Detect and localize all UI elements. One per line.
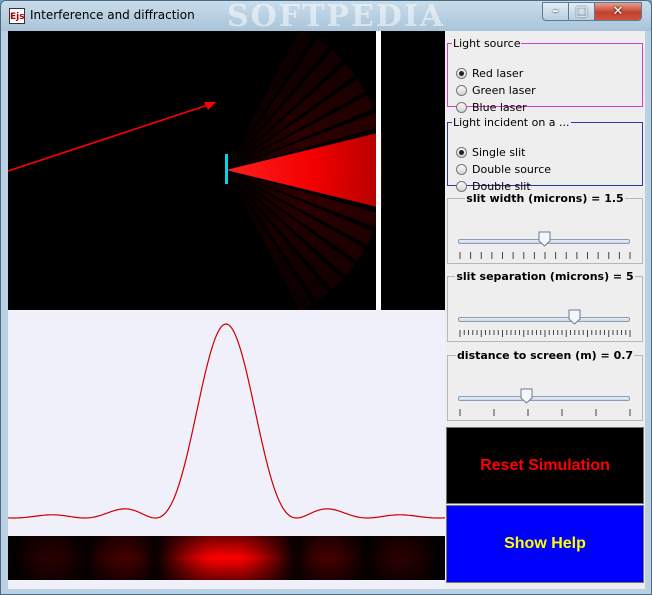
minimize-icon: – xyxy=(552,4,559,19)
laser-beam xyxy=(8,102,215,172)
radio-single-slit[interactable]: Single slit xyxy=(456,144,525,160)
slit-separation-group: slit separation (microns) = 5 xyxy=(447,270,643,342)
radio-red-laser[interactable]: Red laser xyxy=(456,65,523,81)
radio-double-source[interactable]: Double source xyxy=(456,161,551,177)
intensity-curve-canvas xyxy=(8,323,445,519)
radio-green-laser[interactable]: Green laser xyxy=(456,82,536,98)
viewing-screen xyxy=(376,31,381,310)
minimize-button[interactable]: – xyxy=(542,2,569,21)
radio-label: Blue laser xyxy=(472,100,527,114)
slit-width-group: slit width (microns) = 1.5 xyxy=(447,192,643,264)
screen-pattern-shade xyxy=(8,536,445,580)
incident-group: Light incident on a ... Single slit Doub… xyxy=(447,116,643,193)
screen-pattern-strip xyxy=(8,536,445,580)
show-help-button[interactable]: Show Help xyxy=(446,505,644,583)
simulation-canvas xyxy=(8,31,382,310)
watermark-text: SOFTPEDIA xyxy=(227,0,446,34)
light-source-legend: Light source xyxy=(453,37,521,50)
slit-separation-label: slit separation (microns) = 5 xyxy=(456,270,634,283)
plot-footer xyxy=(8,580,445,589)
radio-label: Double slit xyxy=(472,179,531,193)
slit-separation-thumb[interactable] xyxy=(568,309,581,325)
reset-simulation-button[interactable]: Reset Simulation xyxy=(446,427,644,504)
distance-thumb[interactable] xyxy=(520,388,533,404)
radio-dot-icon xyxy=(456,101,467,113)
radio-label: Green laser xyxy=(472,83,536,97)
maximize-icon: □ xyxy=(575,4,588,19)
maximize-button[interactable]: □ xyxy=(568,2,595,21)
slit-width-thumb[interactable] xyxy=(538,231,551,247)
slit-width-ticks xyxy=(459,252,631,259)
incident-legend: Light incident on a ... xyxy=(453,116,570,129)
distance-group: distance to screen (m) = 0.7 xyxy=(447,349,643,421)
radio-dot-icon xyxy=(456,163,467,175)
slit-separation-ticks xyxy=(459,330,631,337)
close-button[interactable]: ✕ xyxy=(594,2,642,21)
radio-dot-icon xyxy=(456,180,467,192)
radio-label: Red laser xyxy=(472,66,524,80)
radio-label: Double source xyxy=(472,162,552,176)
slit-separation-track[interactable] xyxy=(458,317,630,322)
intensity-curve xyxy=(8,323,445,519)
close-icon: ✕ xyxy=(612,4,624,19)
intensity-plot xyxy=(8,310,445,536)
radio-dot-icon xyxy=(456,146,467,158)
diffraction-pattern xyxy=(226,31,382,310)
slit-marker xyxy=(225,154,228,184)
light-source-group: Light source Red laser Green laser Blue … xyxy=(447,37,643,114)
distance-track[interactable] xyxy=(458,396,630,401)
radio-blue-laser[interactable]: Blue laser xyxy=(456,99,527,115)
control-panel: Light source Red laser Green laser Blue … xyxy=(445,31,645,589)
distance-label: distance to screen (m) = 0.7 xyxy=(456,349,634,362)
radio-dot-icon xyxy=(456,84,467,96)
screen-pattern-canvas xyxy=(8,536,445,580)
window-title: Interference and diffraction xyxy=(30,8,195,22)
radio-label: Single slit xyxy=(472,145,526,159)
radio-dot-icon xyxy=(456,67,467,79)
simulation-view xyxy=(8,31,445,310)
title-bar[interactable]: Ejs Interference and diffraction SOFTPED… xyxy=(1,0,651,34)
app-window: Ejs Interference and diffraction SOFTPED… xyxy=(0,0,652,595)
client-area: Light source Red laser Green laser Blue … xyxy=(8,31,645,589)
app-icon[interactable]: Ejs xyxy=(9,8,25,24)
slit-width-label: slit width (microns) = 1.5 xyxy=(466,192,624,205)
distance-ticks xyxy=(459,409,631,416)
